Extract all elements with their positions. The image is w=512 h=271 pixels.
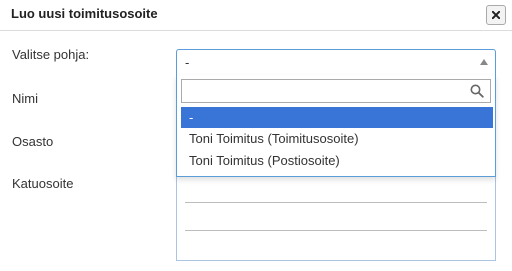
template-option[interactable]: Toni Toimitus (Postiosoite) [181,150,493,171]
dialog-header: Luo uusi toimitusosoite [0,0,512,31]
close-button[interactable] [486,5,506,25]
name-label: Nimi [12,91,38,106]
dialog-title: Luo uusi toimitusosoite [11,6,158,21]
create-delivery-address-dialog: Luo uusi toimitusosoite Valitse pohja: N… [0,0,512,271]
street-address-textarea[interactable] [176,176,496,261]
street-address-label: Katuosoite [12,176,74,191]
template-search-box [181,79,491,103]
address-line-divider [185,230,487,231]
template-select[interactable]: - [176,49,496,75]
template-label: Valitse pohja: [12,47,90,62]
address-line-divider [185,202,487,203]
chevron-up-icon [480,59,488,65]
department-label: Osasto [12,134,54,149]
template-search-input[interactable] [182,80,462,102]
template-option[interactable]: - [181,107,493,128]
close-icon [492,11,500,19]
search-icon [470,84,484,98]
template-option[interactable]: Toni Toimitus (Toimitusosoite) [181,128,493,149]
template-select-value: - [185,55,190,70]
template-dropdown: - Toni Toimitus (Toimitusosoite) Toni To… [176,75,496,177]
